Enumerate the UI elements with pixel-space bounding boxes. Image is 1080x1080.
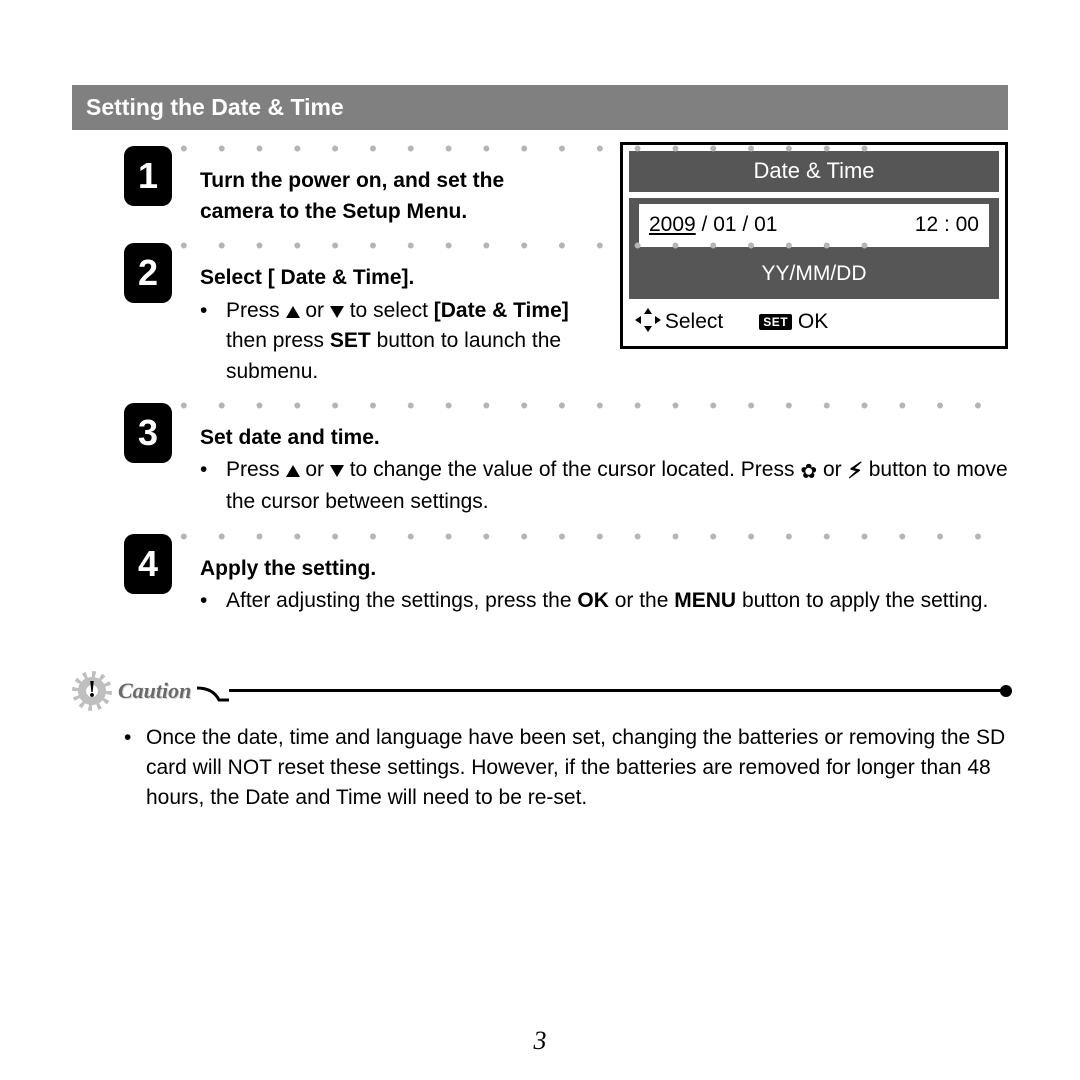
t: After adjusting the settings, press the [226, 589, 577, 612]
caution-hook-icon [199, 680, 229, 702]
dotted-divider: • • • • • • • • • • • • • • • • • • • [160, 142, 1008, 160]
step-badge: 4 [124, 534, 172, 594]
bold: MENU [674, 589, 736, 612]
dotted-divider: • • • • • • • • • • • • • • • • • • • • … [160, 399, 1008, 417]
t: then press [226, 329, 330, 352]
section-title: Setting the Date & Time [72, 85, 1008, 130]
step-4: • • • • • • • • • • • • • • • • • • • • … [72, 530, 1008, 621]
t: to select [350, 299, 434, 322]
caution-rule-line [229, 689, 1008, 692]
caution-label: Caution [118, 675, 191, 707]
triangle-down-icon [330, 306, 344, 318]
t: or the [615, 589, 675, 612]
bold: [Date & Time] [434, 299, 569, 322]
step-1: • • • • • • • • • • • • • • • • • • • 1 … [72, 142, 1008, 231]
step-bullet: • Press or to change the value of the cu… [200, 455, 1008, 517]
t: Press [226, 299, 286, 322]
step-content: Set date and time. • Press or to change … [160, 417, 1008, 522]
t: or [305, 458, 330, 481]
step-title: Select [ Date & Time]. [200, 263, 580, 293]
bullet-text: Press or to change the value of the curs… [226, 455, 1008, 517]
t: to change the value of the cursor locate… [350, 458, 801, 481]
page-number: 3 [0, 1022, 1080, 1060]
caution-section: ! Caution • Once the date, time and lang… [72, 671, 1008, 814]
t: button to apply the setting. [742, 589, 988, 612]
step-content: Turn the power on, and set the camera to… [160, 160, 580, 231]
step-3: • • • • • • • • • • • • • • • • • • • • … [72, 399, 1008, 522]
caution-text: Once the date, time and language have be… [146, 723, 1006, 814]
macro-flower-icon: ✿ [800, 462, 817, 482]
bullet-dot: • [124, 723, 146, 814]
step-badge: 1 [124, 146, 172, 206]
step-badge: 2 [124, 243, 172, 303]
flash-bolt-icon: ⚡︎ [847, 455, 862, 487]
dotted-divider: • • • • • • • • • • • • • • • • • • • [160, 239, 1008, 257]
triangle-up-icon [286, 465, 300, 477]
step-bullet: • After adjusting the settings, press th… [200, 586, 1008, 616]
bullet-dot: • [200, 455, 226, 517]
bullet-dot: • [200, 586, 226, 616]
bullet-dot: • [200, 296, 226, 387]
step-content: Apply the setting. • After adjusting the… [160, 548, 1008, 621]
t: or [305, 299, 330, 322]
caution-header: ! Caution [72, 671, 1008, 711]
bullet-text: After adjusting the settings, press the … [226, 586, 1008, 616]
bullet-text: Press or to select [Date & Time] then pr… [226, 296, 580, 387]
dotted-divider: • • • • • • • • • • • • • • • • • • • • … [160, 530, 1008, 548]
t: or [823, 458, 848, 481]
body-area: Date & Time 2009 / 01 / 01 12 : 00 YY/MM… [72, 142, 1008, 814]
t: Press [226, 458, 286, 481]
triangle-up-icon [286, 306, 300, 318]
step-content: Select [ Date & Time]. • Press or to sel… [160, 257, 580, 391]
bold: SET [330, 329, 371, 352]
triangle-down-icon [330, 465, 344, 477]
steps-list: • • • • • • • • • • • • • • • • • • • 1 … [72, 142, 1008, 620]
manual-page: Setting the Date & Time Date & Time 2009… [0, 0, 1080, 1080]
step-title: Turn the power on, and set the camera to… [200, 166, 580, 227]
gear-alert-icon: ! [72, 671, 112, 711]
step-title: Set date and time. [200, 423, 1008, 453]
bold: OK [577, 589, 609, 612]
step-2: • • • • • • • • • • • • • • • • • • • 2 … [72, 239, 1008, 391]
caution-bullet: • Once the date, time and language have … [72, 723, 1008, 814]
step-title: Apply the setting. [200, 554, 1008, 584]
step-bullet: • Press or to select [Date & Time] then … [200, 296, 580, 387]
step-badge: 3 [124, 403, 172, 463]
